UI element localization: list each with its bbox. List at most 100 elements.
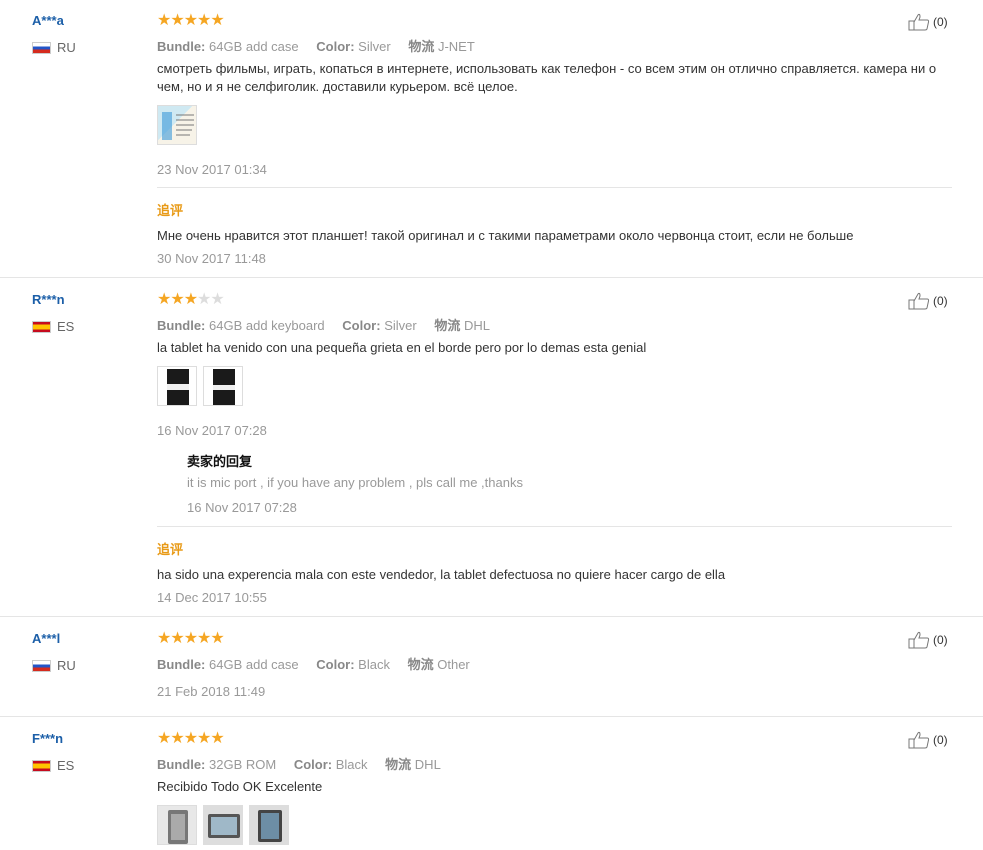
review-meta: Bundle: 64GB add keyboard Color: Silver … — [157, 315, 504, 334]
star-filled-icon: ★ — [210, 630, 224, 647]
review-photo[interactable] — [203, 366, 243, 406]
reviewer-name[interactable]: A***l — [32, 631, 60, 646]
review-meta: Bundle: 32GB ROM Color: Black 物流 DHL — [157, 754, 455, 773]
reviewer-country: ES — [32, 758, 74, 773]
star-rating: ★★★★★ — [157, 12, 225, 29]
star-filled-icon: ★ — [157, 291, 171, 308]
helpful-button[interactable]: (0) — [908, 631, 948, 649]
es-flag-icon — [32, 320, 51, 333]
helpful-count: (0) — [933, 15, 948, 29]
star-filled-icon: ★ — [210, 730, 224, 747]
seller-reply-title: 卖家的回复 — [187, 454, 253, 469]
shipping-label: 物流 — [407, 657, 434, 672]
review-date: 21 Feb 2018 11:49 — [157, 684, 266, 699]
reviewer-name[interactable]: R***n — [32, 292, 65, 307]
star-filled-icon: ★ — [197, 12, 211, 29]
review-divider — [0, 277, 983, 278]
review-photos — [157, 105, 203, 145]
star-filled-icon: ★ — [170, 630, 184, 647]
review-divider — [0, 716, 983, 717]
review-photos — [157, 366, 249, 406]
shipping-label: 物流 — [434, 318, 461, 333]
bundle-value: 64GB add case — [209, 39, 299, 54]
helpful-count: (0) — [933, 294, 948, 308]
bundle-label: Bundle: — [157, 318, 206, 333]
star-rating: ★★★★★ — [157, 630, 225, 647]
review-photo[interactable] — [203, 805, 243, 845]
photo-thumbnail-icon — [168, 810, 188, 844]
bundle-label: Bundle: — [157, 39, 206, 54]
review-photo[interactable] — [249, 805, 289, 845]
review-photo[interactable] — [157, 105, 197, 145]
star-filled-icon: ★ — [157, 12, 171, 29]
review-divider — [0, 616, 983, 617]
reviewer-name[interactable]: F***n — [32, 731, 63, 746]
photo-thumbnail-icon — [213, 369, 235, 405]
star-filled-icon: ★ — [183, 630, 198, 647]
divider — [157, 526, 952, 527]
star-filled-icon: ★ — [183, 291, 198, 308]
review-meta: Bundle: 64GB add case Color: Black 物流 Ot… — [157, 654, 484, 673]
star-filled-icon: ★ — [170, 12, 184, 29]
photo-thumbnail-icon — [162, 112, 194, 140]
star-filled-icon: ★ — [197, 630, 211, 647]
star-empty-icon: ★ — [197, 291, 211, 308]
review-date: 23 Nov 2017 01:34 — [157, 162, 267, 177]
color-label: Color: — [316, 39, 355, 54]
seller-reply-text: it is mic port , if you have any problem… — [187, 475, 523, 490]
star-filled-icon: ★ — [157, 630, 171, 647]
ru-flag-icon — [32, 659, 51, 672]
review-photo[interactable] — [157, 805, 197, 845]
reviewer-country: ES — [32, 319, 74, 334]
reviewer-country: RU — [32, 658, 76, 673]
bundle-label: Bundle: — [157, 657, 206, 672]
shipping-value: J-NET — [437, 39, 475, 54]
bundle-label: Bundle: — [157, 757, 206, 772]
additional-feedback-date: 14 Dec 2017 10:55 — [157, 590, 267, 605]
thumbs-up-icon — [908, 731, 930, 749]
additional-feedback-text: Мне очень нравится этот планшет! такой о… — [157, 228, 854, 243]
star-filled-icon: ★ — [157, 730, 171, 747]
country-code: ES — [57, 758, 75, 773]
divider — [157, 187, 952, 188]
star-empty-icon: ★ — [210, 291, 224, 308]
bundle-value: 32GB ROM — [209, 757, 277, 772]
color-label: Color: — [316, 657, 355, 672]
photo-thumbnail-icon — [208, 814, 240, 838]
star-filled-icon: ★ — [183, 12, 198, 29]
ru-flag-icon — [32, 41, 51, 54]
thumbs-up-icon — [908, 631, 930, 649]
shipping-value: DHL — [414, 757, 441, 772]
country-code: RU — [57, 658, 76, 673]
star-rating: ★★★★★ — [157, 291, 225, 308]
country-code: ES — [57, 319, 75, 334]
additional-feedback-title: 追评 — [157, 542, 184, 557]
star-filled-icon: ★ — [183, 730, 198, 747]
color-label: Color: — [342, 318, 381, 333]
reviewer-country: RU — [32, 40, 76, 55]
review-photos — [157, 805, 295, 845]
star-filled-icon: ★ — [170, 730, 184, 747]
color-value: Silver — [384, 318, 417, 333]
country-code: RU — [57, 40, 76, 55]
shipping-value: Other — [437, 657, 470, 672]
star-filled-icon: ★ — [197, 730, 211, 747]
star-rating: ★★★★★ — [157, 730, 225, 747]
additional-feedback-title: 追评 — [157, 203, 184, 218]
color-value: Silver — [358, 39, 391, 54]
seller-reply-date: 16 Nov 2017 07:28 — [187, 500, 297, 515]
review-text: la tablet ha venido con una pequeña grie… — [157, 340, 647, 355]
review-photo[interactable] — [157, 366, 197, 406]
photo-thumbnail-icon — [258, 810, 282, 842]
color-value: Black — [358, 657, 390, 672]
bundle-value: 64GB add case — [209, 657, 299, 672]
star-filled-icon: ★ — [170, 291, 184, 308]
color-value: Black — [335, 757, 368, 772]
helpful-count: (0) — [933, 733, 948, 747]
helpful-button[interactable]: (0) — [908, 13, 948, 31]
photo-thumbnail-icon — [167, 369, 189, 405]
helpful-button[interactable]: (0) — [908, 292, 948, 310]
reviewer-name[interactable]: A***a — [32, 13, 64, 28]
shipping-label: 物流 — [385, 757, 412, 772]
helpful-button[interactable]: (0) — [908, 731, 948, 749]
